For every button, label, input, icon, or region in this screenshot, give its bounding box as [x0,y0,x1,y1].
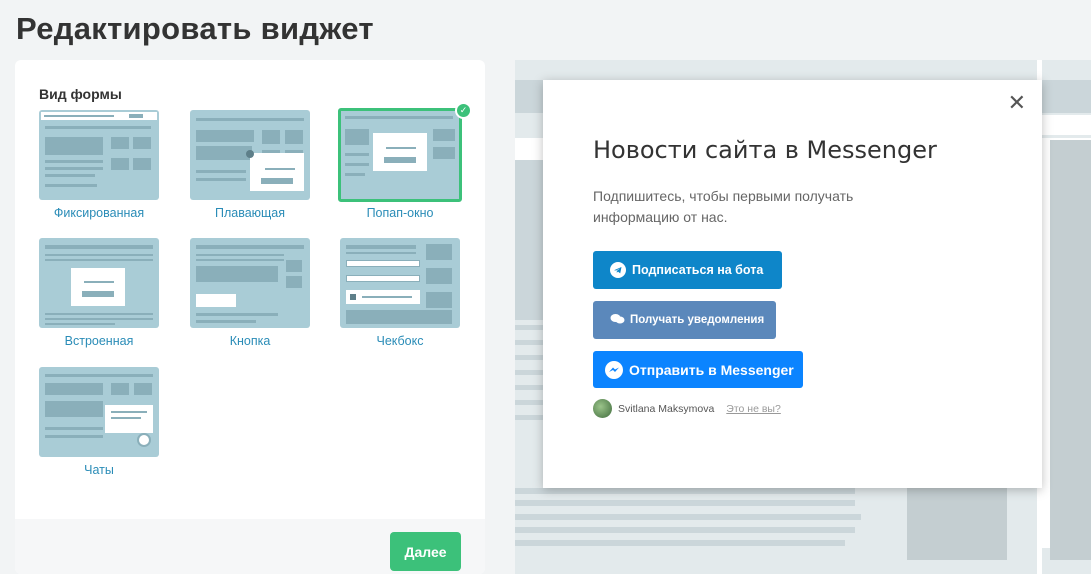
option-label: Встроенная [64,334,134,348]
popup-title: Новости сайта в Messenger [593,136,937,164]
send-to-messenger-label: Отправить в Messenger [629,361,794,378]
user-row: Svitlana Maksymova Это не вы? [593,399,781,418]
user-name: Svitlana Maksymova [618,402,715,415]
page-title: Редактировать виджет [16,11,374,46]
subscribe-bot-button[interactable]: Подписаться на бота [593,251,782,289]
option-floating[interactable]: Плавающая [190,110,314,230]
option-checkbox[interactable]: Чекбокс [340,238,464,358]
chat-bubbles-icon [610,313,625,328]
selected-check-icon: ✓ [455,102,472,119]
thumbnail-button [190,238,310,328]
option-label: Чекбокс [376,334,424,348]
messenger-popup: ✕ Новости сайта в Messenger Подпишитесь,… [543,80,1042,488]
get-notifications-button[interactable]: Получать уведомления [593,301,776,339]
section-label: Вид формы [39,86,122,102]
thumbnail-popup [338,108,462,202]
thumbnail-fixed [39,110,159,200]
thumbnail-embedded [39,238,159,328]
thumbnail-checkbox [340,238,460,328]
get-notifications-label: Получать уведомления [630,314,765,326]
close-icon[interactable]: ✕ [1008,90,1026,116]
subscribe-bot-label: Подписаться на бота [632,263,764,277]
option-label: Попап-окно [366,206,434,220]
option-popup[interactable]: ✓ Попап-окно [338,102,472,230]
form-type-panel: Вид формы Фиксированная Плавающая ✓ Попа… [15,60,485,574]
option-label: Чаты [84,463,114,477]
option-chats[interactable]: Чаты [39,367,163,487]
option-fixed[interactable]: Фиксированная [39,110,163,230]
option-button[interactable]: Кнопка [190,238,314,358]
popup-description: Подпишитесь, чтобы первыми получать инфо… [593,188,854,225]
thumbnail-chats [39,367,159,457]
telegram-icon [610,262,626,278]
next-button[interactable]: Далее [390,532,461,571]
messenger-icon [605,360,623,379]
option-label: Плавающая [214,206,286,220]
option-embedded[interactable]: Встроенная [39,238,163,358]
option-label: Фиксированная [53,206,145,220]
avatar [593,399,612,418]
option-label: Кнопка [229,334,271,348]
not-you-link[interactable]: Это не вы? [726,403,781,415]
thumbnail-floating [190,110,310,200]
send-to-messenger-button[interactable]: Отправить в Messenger [593,351,803,388]
